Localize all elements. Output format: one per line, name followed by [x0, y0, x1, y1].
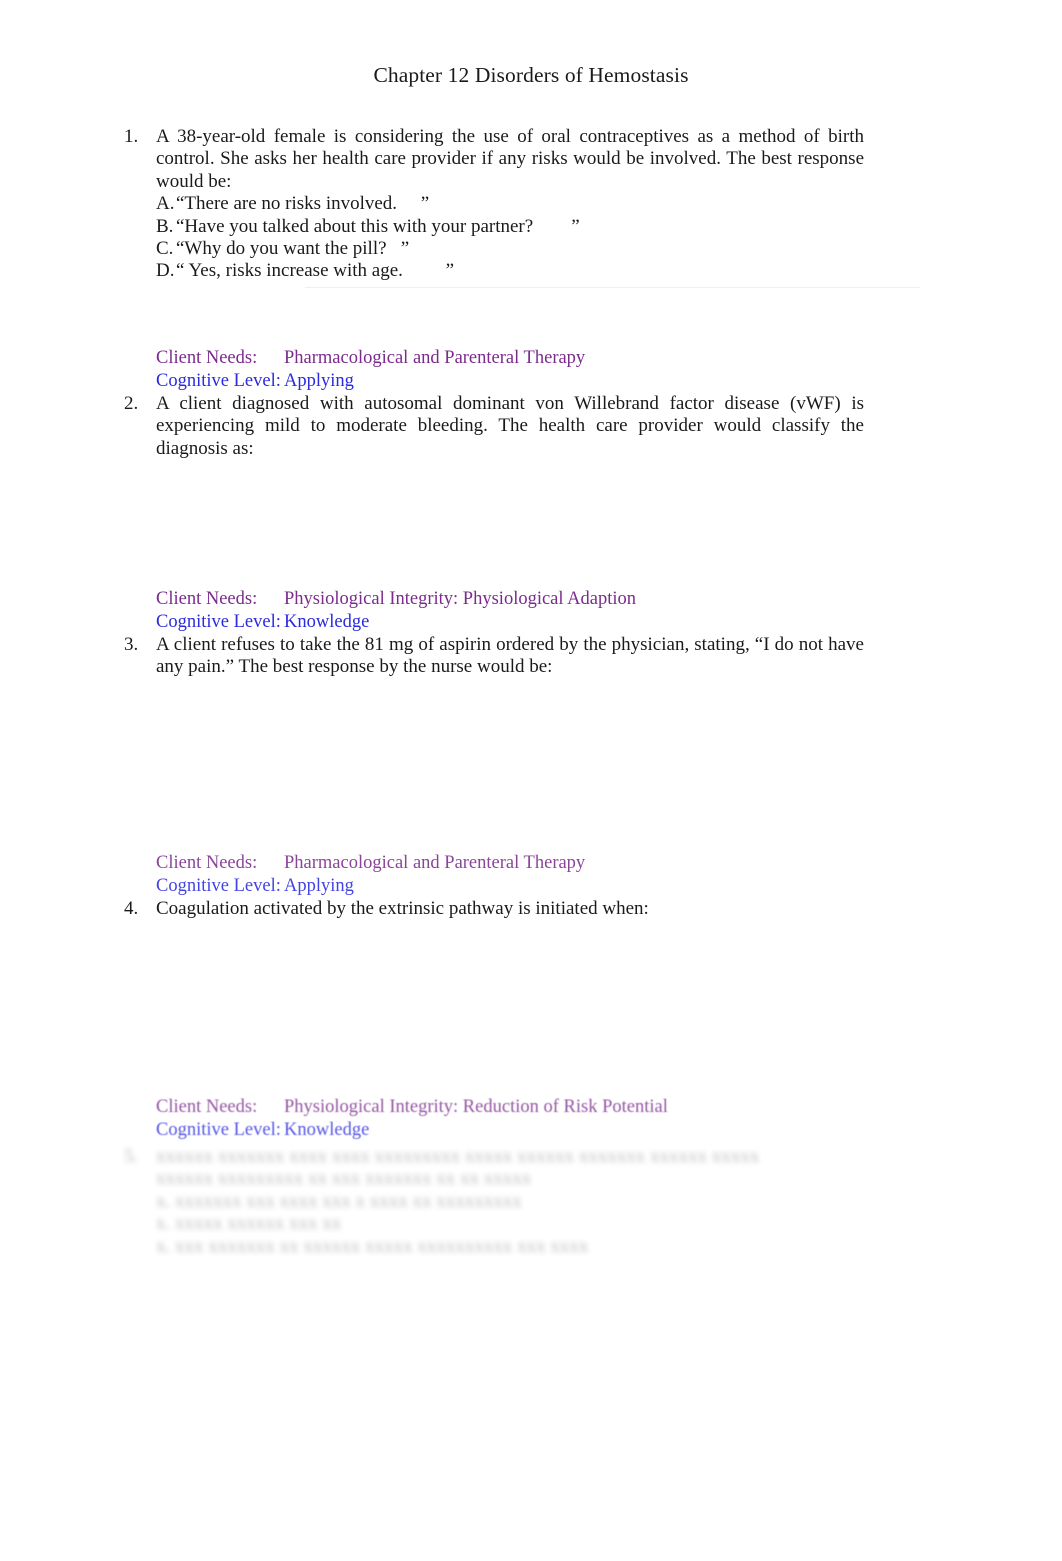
cognitive-level-value: Knowledge [284, 612, 370, 632]
question-1-options: A. “There are no risks involved. ” B. “H… [156, 193, 864, 283]
option-b[interactable]: B. “Have you talked about this with your… [156, 216, 864, 238]
question-4: 4. Coagulation activated by the extrinsi… [124, 898, 864, 920]
option-a-text: “There are no risks involved. ” [176, 193, 430, 215]
client-needs-row-1: Client Needs: Pharmacological and Parent… [156, 347, 956, 370]
option-c-letter: C. [156, 238, 174, 260]
client-needs-label: Client Needs: [156, 348, 258, 368]
question-5-option-1: x. xxxxxxx xxx xxxx xxx x xxxx xx xxxxxx… [156, 1191, 854, 1213]
question-4-stem: Coagulation activated by the extrinsic p… [156, 898, 649, 919]
cognitive-level-row-4: Cognitive Level: Knowledge [156, 1119, 956, 1142]
cognitive-level-value: Knowledge [284, 1120, 370, 1140]
question-1-metadata: Client Needs: Pharmacological and Parent… [156, 347, 956, 393]
question-5-number: 5. [124, 1146, 139, 1167]
question-5-option-1-text: x. xxxxxxx xxx xxxx xxx x xxxx xx xxxxxx… [156, 1190, 522, 1212]
client-needs-value: Physiological Integrity: Physiological A… [284, 589, 636, 609]
cognitive-level-value: Applying [284, 876, 354, 896]
cognitive-level-label: Cognitive Level: [156, 612, 281, 632]
question-5-option-2: x. xxxxx xxxxxx xxx xx [156, 1213, 854, 1235]
option-b-text: “Have you talked about this with your pa… [176, 215, 580, 237]
question-2: 2. A client diagnosed with autosomal dom… [124, 393, 864, 460]
cognitive-level-label: Cognitive Level: [156, 371, 281, 391]
client-needs-label: Client Needs: [156, 853, 258, 873]
question-1-number: 1. [124, 126, 139, 147]
document-page: Chapter 12 Disorders of Hemostasis 1. A … [0, 0, 1062, 1561]
client-needs-value: Pharmacological and Parenteral Therapy [284, 348, 586, 368]
question-5-obscured: 5. xxxxxx xxxxxxx xxxx xxxx xxxxxxxxx xx… [124, 1146, 854, 1258]
client-needs-label: Client Needs: [156, 589, 258, 609]
option-b-letter: B. [156, 215, 174, 237]
client-needs-label: Client Needs: [156, 1097, 258, 1117]
question-5-stem-line-2: xxxxxx xxxxxxxxx xx xxx xxxxxxx xx xx xx… [156, 1168, 532, 1190]
cognitive-level-value: Applying [284, 371, 354, 391]
question-3: 3. A client refuses to take the 81 mg of… [124, 634, 864, 679]
question-5-option-3: x. xxx xxxxxxx xx xxxxxx xxxxx xxxxxxxxx… [156, 1236, 854, 1258]
question-5-option-2-text: x. xxxxx xxxxxx xxx xx [156, 1213, 342, 1235]
cognitive-level-row-2: Cognitive Level: Knowledge [156, 611, 956, 634]
question-5-option-3-text: x. xxx xxxxxxx xx xxxxxx xxxxx xxxxxxxxx… [156, 1235, 589, 1257]
client-needs-row-4: Client Needs: Physiological Integrity: R… [156, 1096, 956, 1119]
option-d[interactable]: D. “ Yes, risks increase with age. ” [156, 260, 864, 282]
cognitive-level-label: Cognitive Level: [156, 876, 281, 896]
question-2-stem: A client diagnosed with autosomal domina… [156, 393, 864, 459]
client-needs-value: Pharmacological and Parenteral Therapy [284, 853, 586, 873]
question-3-stem: A client refuses to take the 81 mg of as… [156, 634, 864, 678]
option-d-text: “ Yes, risks increase with age. ” [176, 260, 455, 282]
question-3-number: 3. [124, 634, 139, 655]
scan-artifact-rule [305, 287, 920, 288]
question-4-number: 4. [124, 898, 139, 919]
question-3-metadata: Client Needs: Pharmacological and Parent… [156, 852, 956, 898]
cognitive-level-row-3: Cognitive Level: Applying [156, 875, 956, 898]
cognitive-level-label: Cognitive Level: [156, 1120, 281, 1140]
question-5-stem-line-1: xxxxxx xxxxxxx xxxx xxxx xxxxxxxxx xxxxx… [156, 1146, 760, 1167]
option-a-letter: A. [156, 193, 175, 215]
question-2-number: 2. [124, 393, 139, 414]
question-4-metadata: Client Needs: Physiological Integrity: R… [156, 1096, 956, 1142]
client-needs-row-3: Client Needs: Pharmacological and Parent… [156, 852, 956, 875]
cognitive-level-row-1: Cognitive Level: Applying [156, 370, 956, 393]
question-2-metadata: Client Needs: Physiological Integrity: P… [156, 588, 956, 634]
client-needs-row-2: Client Needs: Physiological Integrity: P… [156, 588, 956, 611]
question-1: 1. A 38-year-old female is considering t… [124, 126, 864, 283]
page-title: Chapter 12 Disorders of Hemostasis [373, 63, 689, 87]
option-c[interactable]: C. “Why do you want the pill? ” [156, 238, 864, 260]
client-needs-value: Physiological Integrity: Reduction of Ri… [284, 1097, 668, 1117]
option-d-letter: D. [156, 260, 175, 282]
option-c-text: “Why do you want the pill? ” [176, 238, 410, 260]
question-1-stem: A 38-year-old female is considering the … [156, 126, 864, 192]
option-a[interactable]: A. “There are no risks involved. ” [156, 193, 864, 215]
